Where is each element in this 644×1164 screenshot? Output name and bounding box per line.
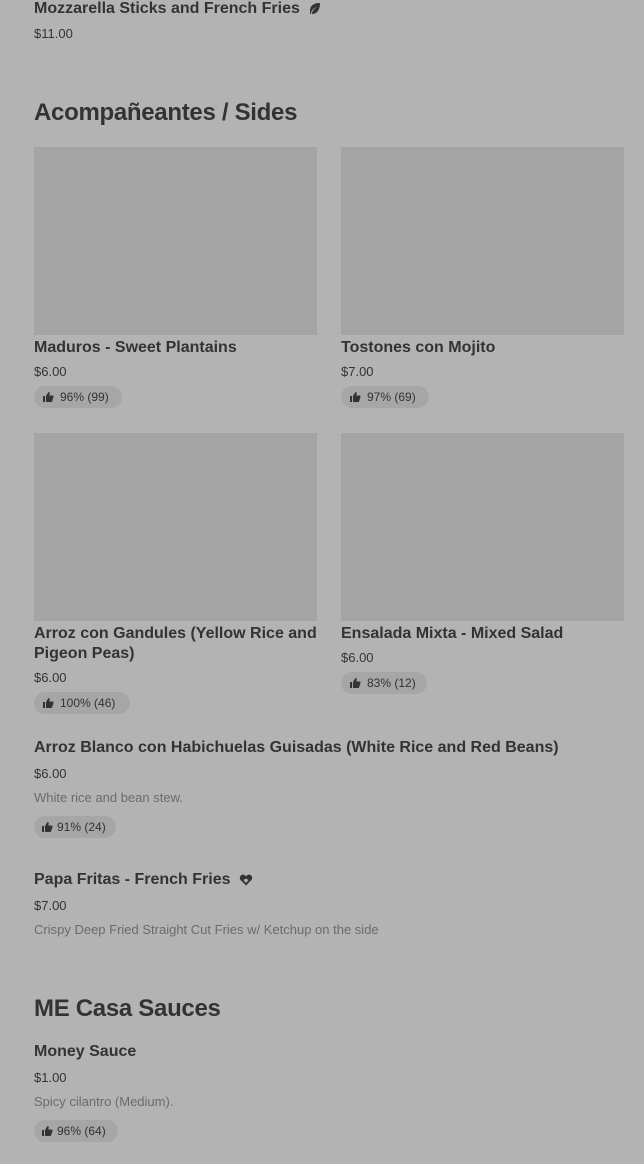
rating-badge: 97% (69) (341, 386, 429, 408)
menu-item-money-sauce[interactable]: Money Sauce $1.00 Spicy cilantro (Medium… (34, 1042, 624, 1146)
thumbs-up-icon (350, 392, 361, 402)
menu-card-tostones[interactable]: Tostones con Mojito $7.00 97% (69) (341, 147, 624, 412)
heart-icon (239, 874, 253, 886)
item-title: Arroz Blanco con Habichuelas Guisadas (W… (34, 739, 559, 756)
thumbs-up-icon (42, 822, 53, 832)
item-image (34, 433, 317, 621)
rating-badge: 96% (64) (34, 1120, 118, 1142)
menu-card-arroz-gandules[interactable]: Arroz con Gandules (Yellow Rice and Pige… (34, 433, 317, 718)
rating-text: 100% (46) (60, 696, 116, 710)
item-title: Arroz con Gandules (Yellow Rice and Pige… (34, 625, 317, 662)
item-price: $6.00 (34, 364, 67, 379)
menu-item-papa-fritas[interactable]: Papa Fritas - French Fries $7.00 Crispy … (34, 870, 624, 940)
item-image (341, 433, 624, 621)
menu-item-mozzarella[interactable]: Mozzarella Sticks and French Fries (34, 0, 322, 19)
thumbs-up-icon (43, 392, 54, 402)
thumbs-up-icon (43, 698, 54, 708)
item-title: Money Sauce (34, 1043, 137, 1060)
item-price: $11.00 (34, 26, 73, 41)
thumbs-up-icon (350, 678, 361, 688)
thumbs-up-icon (42, 1126, 53, 1136)
section-title-sauces: ME Casa Sauces (34, 995, 221, 1022)
item-title: Mozzarella Sticks and French Fries (34, 0, 300, 17)
item-price: $7.00 (341, 364, 374, 379)
rating-badge: 91% (24) (34, 816, 116, 838)
item-title: Ensalada Mixta - Mixed Salad (341, 625, 564, 642)
section-title-sides: Acompañeantes / Sides (34, 99, 298, 126)
item-description: Spicy cilantro (Medium). (34, 1094, 174, 1109)
item-title: Tostones con Mojito (341, 339, 496, 356)
menu-card-ensalada[interactable]: Ensalada Mixta - Mixed Salad $6.00 83% (… (341, 433, 624, 698)
rating-text: 96% (99) (60, 390, 109, 404)
item-title: Papa Fritas - French Fries (34, 871, 231, 888)
leaf-icon (310, 2, 321, 14)
rating-text: 91% (24) (57, 820, 106, 834)
rating-badge: 83% (12) (341, 672, 427, 694)
rating-text: 83% (12) (367, 676, 416, 690)
rating-badge: 96% (99) (34, 386, 122, 408)
item-price: $1.00 (34, 1070, 67, 1085)
item-price: $6.00 (34, 670, 67, 685)
item-description: White rice and bean stew. (34, 790, 183, 805)
menu-card-maduros[interactable]: Maduros - Sweet Plantains $6.00 96% (99) (34, 147, 317, 412)
rating-text: 97% (69) (367, 390, 416, 404)
item-price: $6.00 (341, 650, 374, 665)
item-image (341, 147, 624, 335)
item-description: Crispy Deep Fried Straight Cut Fries w/ … (34, 922, 379, 937)
rating-badge: 100% (46) (34, 692, 130, 714)
menu-item-arroz-blanco[interactable]: Arroz Blanco con Habichuelas Guisadas (W… (34, 738, 624, 842)
rating-text: 96% (64) (57, 1124, 106, 1138)
item-image (34, 147, 317, 335)
item-price: $6.00 (34, 766, 67, 781)
item-price: $7.00 (34, 898, 67, 913)
item-title: Maduros - Sweet Plantains (34, 339, 237, 356)
